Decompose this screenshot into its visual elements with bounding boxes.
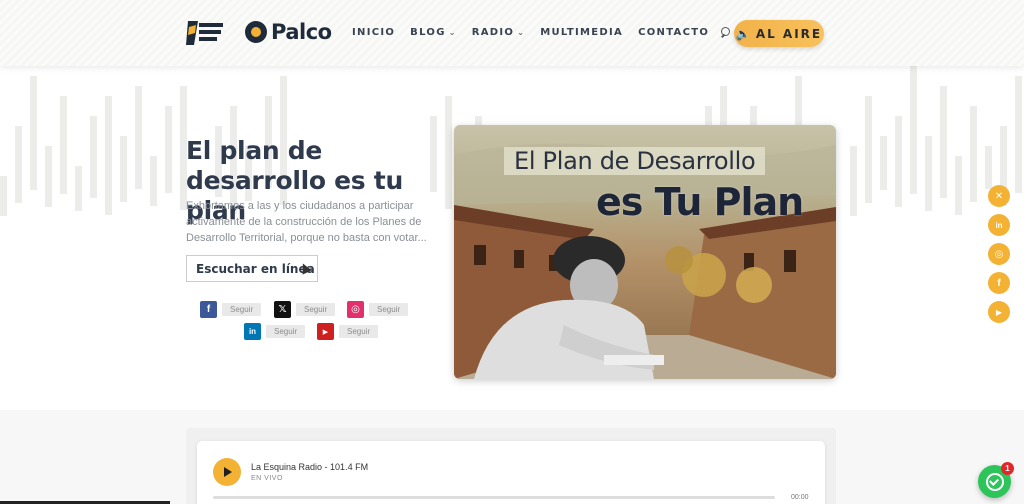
floating-facebook-icon[interactable]: f [988, 272, 1010, 294]
follow-button[interactable]: Seguir [339, 325, 379, 338]
nav-item-inicio[interactable]: INICIO [352, 27, 395, 38]
nav-item-radio[interactable]: RADIO ⌄ [472, 27, 525, 38]
background-bar [925, 136, 932, 211]
main-nav: INICIO BLOG ⌄ RADIO ⌄ MULTIMEDIA CONTACTO [352, 27, 731, 38]
background-bar [150, 156, 157, 206]
background-bar [135, 86, 142, 189]
follow-youtube[interactable]: ▶ Seguir [317, 323, 379, 340]
linkedin-icon: in [244, 323, 261, 340]
search-icon[interactable] [720, 27, 731, 38]
palco-logo-text: Palco [271, 20, 332, 44]
playback-time: 00:00 [791, 494, 809, 501]
speaker-icon: 🔈 [735, 26, 751, 41]
background-bar [445, 96, 452, 209]
station-name: La Esquina Radio - 101.4 FM [251, 462, 369, 472]
nav-item-contacto[interactable]: CONTACTO [638, 27, 709, 38]
nav-label: CONTACTO [638, 27, 710, 38]
follow-facebook[interactable]: f Seguir [200, 301, 262, 318]
background-bar [850, 146, 857, 216]
x-icon: 𝕏 [274, 301, 291, 318]
facebook-icon: f [200, 301, 217, 318]
background-bar [120, 136, 127, 202]
follow-linkedin[interactable]: in Seguir [244, 323, 306, 340]
background-bar [955, 156, 962, 215]
chevron-down-icon: ⌄ [517, 28, 526, 37]
background-bar [60, 96, 67, 194]
background-bar [15, 126, 22, 203]
hero-image-caption-line1: El Plan de Desarrollo [504, 147, 766, 175]
nav-item-blog[interactable]: BLOG ⌄ [410, 27, 457, 38]
floating-linkedin-icon[interactable]: in [988, 214, 1010, 236]
la-esquina-radio-logo[interactable] [186, 19, 226, 47]
instagram-icon: ◎ [347, 301, 364, 318]
follow-x[interactable]: 𝕏 Seguir [274, 301, 336, 318]
hero-image[interactable]: El Plan de Desarrollo es Tu Plan [454, 125, 836, 379]
hero-description: Exhortamos a las y los ciudadanos a part… [186, 200, 427, 244]
background-bar [880, 136, 887, 190]
hero-image-caption-line2: es Tu Plan [596, 180, 804, 224]
background-bar [165, 106, 172, 193]
background-bar [30, 76, 37, 190]
on-air-button[interactable]: 🔈 AL AIRE [734, 20, 824, 47]
playback-progress-bar[interactable] [213, 496, 775, 499]
radio-player [197, 441, 825, 504]
palco-logo-mark [245, 21, 267, 43]
background-bar [0, 176, 7, 216]
background-bar [970, 106, 977, 202]
site-header: Palco INICIO BLOG ⌄ RADIO ⌄ MULTIMEDIA CON… [0, 0, 1024, 66]
follow-button[interactable]: Seguir [296, 303, 336, 316]
nav-label: MULTIMEDIA [540, 27, 624, 38]
background-bar [105, 96, 112, 215]
nav-label: INICIO [352, 27, 396, 38]
background-bar [1015, 76, 1022, 193]
nav-item-multimedia[interactable]: MULTIMEDIA [540, 27, 623, 38]
background-bar [45, 146, 52, 207]
on-air-label: AL AIRE [755, 26, 823, 41]
nav-label: BLOG [410, 27, 446, 38]
floating-youtube-icon[interactable]: ▶ [988, 301, 1010, 323]
nav-label: RADIO [471, 27, 515, 38]
palco-logo[interactable]: Palco [245, 20, 332, 44]
listen-online-button[interactable]: Escuchar en línea [186, 255, 318, 282]
play-button[interactable] [213, 458, 241, 486]
whatsapp-notification-badge: 1 [1001, 462, 1014, 475]
background-bar [910, 66, 917, 194]
chevron-down-icon: ⌄ [448, 28, 457, 37]
listen-online-label: Escuchar en línea [196, 261, 315, 276]
live-status: EN VIVO [251, 475, 283, 482]
floating-instagram-icon[interactable]: ◎ [988, 243, 1010, 265]
floating-x-icon[interactable]: ✕ [988, 185, 1010, 207]
background-bar [985, 146, 992, 189]
follow-button[interactable]: Seguir [266, 325, 306, 338]
background-bar [940, 86, 947, 198]
background-bar [75, 166, 82, 211]
follow-button[interactable]: Seguir [222, 303, 262, 316]
follow-button[interactable]: Seguir [369, 303, 409, 316]
background-bar [895, 116, 902, 207]
background-bar [865, 96, 872, 203]
follow-instagram[interactable]: ◎ Seguir [347, 301, 409, 318]
youtube-icon: ▶ [317, 323, 334, 340]
background-bar [90, 116, 97, 198]
